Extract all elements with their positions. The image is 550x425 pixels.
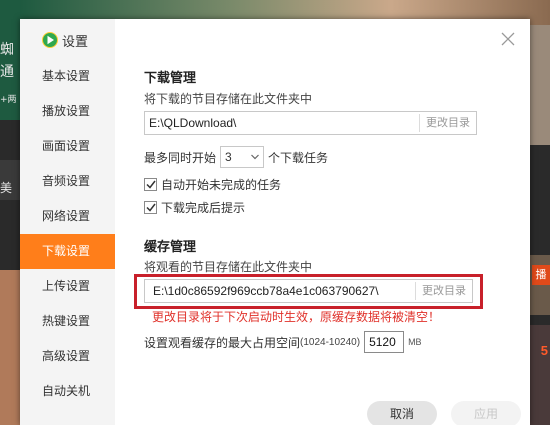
sidebar-item-basic[interactable]: 基本设置 xyxy=(20,59,115,94)
background-text: 通 xyxy=(0,64,14,80)
background-live-badge: 播 xyxy=(532,265,550,285)
sidebar-item-hotkeys[interactable]: 热键设置 xyxy=(20,304,115,339)
checkmark-icon xyxy=(145,180,156,189)
notify-checkbox-row[interactable]: 下载完成后提示 xyxy=(144,199,245,216)
notify-checkbox[interactable] xyxy=(144,201,157,214)
download-change-directory-button[interactable]: 更改目录 xyxy=(419,114,476,132)
dialog-title: 设置 xyxy=(42,31,88,49)
download-section-title: 下载管理 xyxy=(144,70,197,85)
auto-start-checkbox[interactable] xyxy=(144,178,157,191)
play-logo-icon xyxy=(42,32,58,48)
sidebar-item-advanced[interactable]: 高级设置 xyxy=(20,339,115,374)
cache-change-directory-button[interactable]: 更改目录 xyxy=(415,282,472,300)
max-downloads-prefix: 最多同时开始 xyxy=(144,150,217,165)
notify-label: 下载完成后提示 xyxy=(161,201,246,215)
download-settings-panel: 下载管理 将下载的节目存储在此文件夹中 E:\QLDownload\ 更改目录 … xyxy=(134,19,521,425)
apply-button[interactable]: 应用 xyxy=(451,401,521,425)
sidebar-item-picture[interactable]: 画面设置 xyxy=(20,129,115,164)
cache-size-input[interactable]: 5120 xyxy=(364,331,405,353)
settings-sidebar: 设置 基本设置 播放设置 画面设置 音频设置 网络设置 下载设置 上传设置 热键… xyxy=(20,19,115,425)
sidebar-item-audio[interactable]: 音频设置 xyxy=(20,164,115,199)
cache-folder-description: 将观看的节目存储在此文件夹中 xyxy=(144,260,313,274)
max-downloads-value: 3 xyxy=(225,150,232,164)
cache-size-label: 设置观看缓存的最大占用空间 xyxy=(144,335,301,350)
max-concurrent-downloads-row: 最多同时开始 3 个下载任务 xyxy=(144,146,328,168)
background-text: 美 xyxy=(0,181,13,195)
sidebar-nav: 基本设置 播放设置 画面设置 音频设置 网络设置 下载设置 上传设置 热键设置 … xyxy=(20,59,115,409)
background-text: +两 xyxy=(0,95,17,105)
background-number: 5 xyxy=(540,343,548,358)
cache-size-range: (1024-10240) xyxy=(300,336,361,348)
cache-path-field[interactable]: E:\1d0c86592f969ccb78a4e1c063790627\ 更改目… xyxy=(144,279,473,303)
sidebar-item-upload[interactable]: 上传设置 xyxy=(20,269,115,304)
cache-path-text: E:\1d0c86592f969ccb78a4e1c063790627\ xyxy=(153,284,379,298)
checkmark-icon xyxy=(145,203,156,212)
sidebar-item-playback[interactable]: 播放设置 xyxy=(20,94,115,129)
sidebar-item-network[interactable]: 网络设置 xyxy=(20,199,115,234)
download-folder-description: 将下载的节目存储在此文件夹中 xyxy=(144,92,313,106)
background-right-panel xyxy=(530,25,550,425)
cache-size-row: 设置观看缓存的最大占用空间 (1024-10240) 5120 MB xyxy=(144,331,422,353)
sidebar-item-download[interactable]: 下载设置 xyxy=(20,234,115,269)
cache-warning-text: 更改目录将于下次启动时生效，原缓存数据将被清空！ xyxy=(152,310,441,324)
auto-start-label: 自动开始未完成的任务 xyxy=(161,178,282,192)
download-path-field[interactable]: E:\QLDownload\ 更改目录 xyxy=(144,111,477,135)
sidebar-item-auto-shutdown[interactable]: 自动关机 xyxy=(20,374,115,409)
download-path-text: E:\QLDownload\ xyxy=(149,116,237,130)
chevron-down-icon xyxy=(251,154,259,160)
max-downloads-suffix: 个下载任务 xyxy=(268,150,329,165)
cache-section-title: 缓存管理 xyxy=(144,239,197,254)
max-downloads-select[interactable]: 3 xyxy=(220,146,265,168)
dialog-title-text: 设置 xyxy=(62,33,89,49)
cancel-button[interactable]: 取消 xyxy=(367,401,437,425)
background-text: 蜘 xyxy=(0,42,14,58)
settings-dialog: 设置 基本设置 播放设置 画面设置 音频设置 网络设置 下载设置 上传设置 热键… xyxy=(20,19,530,425)
cache-size-unit: MB xyxy=(408,337,422,347)
auto-start-checkbox-row[interactable]: 自动开始未完成的任务 xyxy=(144,176,281,193)
